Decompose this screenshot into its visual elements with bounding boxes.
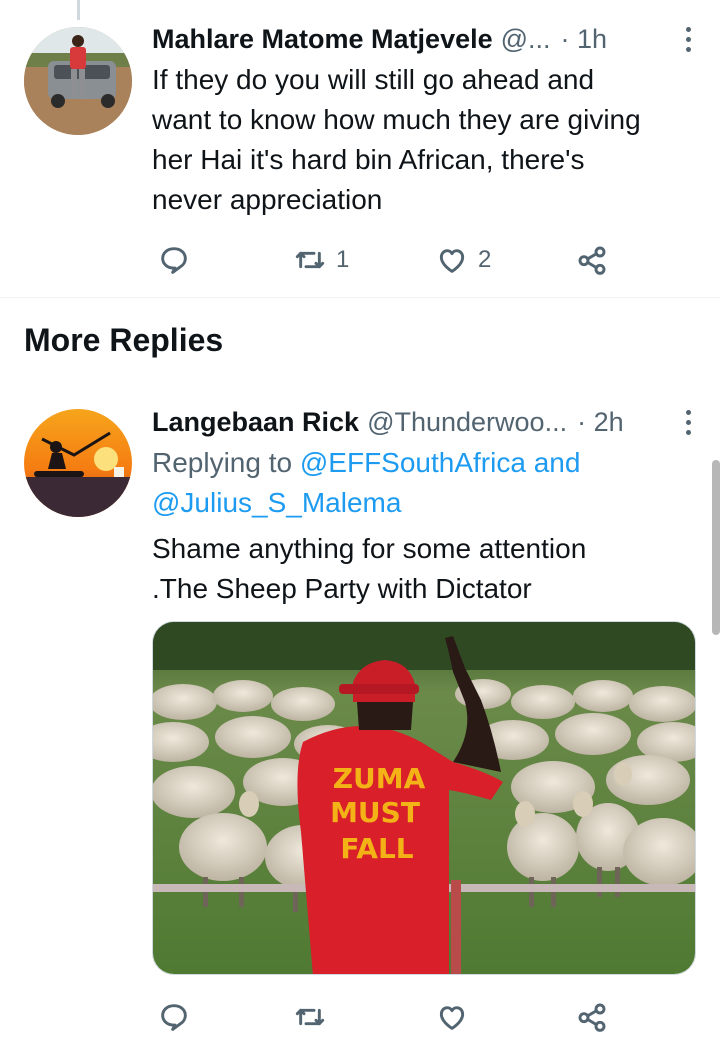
more-replies-heading: More Replies — [24, 322, 224, 358]
like-icon — [439, 249, 465, 273]
svg-text:FALL: FALL — [340, 832, 413, 865]
more-icon[interactable] — [678, 409, 698, 435]
tweet-text: Shame anything for some attention .The S… — [152, 533, 587, 604]
reply-icon — [161, 1004, 187, 1031]
svg-text:MUST: MUST — [330, 796, 420, 829]
divider — [0, 297, 720, 298]
tweet-actions: 1 2 — [152, 240, 622, 280]
like-count: 2 — [478, 246, 492, 273]
author-name[interactable]: Mahlare Matome Matjevele — [152, 24, 493, 55]
author-handle[interactable]: @... — [501, 24, 551, 55]
tweet-header: Mahlare Matome Matjevele @... · 1h — [152, 22, 698, 56]
retweet-count: 1 — [336, 246, 350, 273]
like-icon — [439, 1006, 465, 1030]
retweet-icon — [295, 1008, 325, 1026]
mention-link[interactable]: @Julius_S_Malema — [152, 487, 401, 518]
reply-button[interactable] — [158, 1001, 190, 1033]
replying-to: Replying to @EFFSouthAfrica and @Julius_… — [152, 447, 581, 518]
tweet-text: If they do you will still go ahead and w… — [152, 64, 641, 215]
reply-button[interactable] — [158, 244, 190, 276]
share-icon — [578, 1003, 606, 1032]
author-handle[interactable]: @Thunderwoo... — [367, 407, 567, 438]
tweet-header: Langebaan Rick @Thunderwoo... · 2h — [152, 405, 698, 439]
like-button[interactable] — [436, 1001, 468, 1033]
reply-icon — [161, 247, 187, 274]
tweet-time[interactable]: · 1h — [561, 24, 608, 55]
mention-link[interactable]: @EFFSouthAfrica — [300, 447, 526, 478]
retweet-button[interactable] — [294, 1001, 326, 1033]
retweet-button[interactable]: 1 — [294, 244, 349, 276]
more-icon[interactable] — [678, 26, 698, 52]
share-button[interactable] — [576, 1001, 608, 1033]
share-button[interactable] — [576, 244, 608, 276]
tweet-image[interactable]: ZUMA MUST FALL — [152, 621, 696, 975]
tweet-time[interactable]: · 2h — [577, 407, 624, 438]
avatar[interactable] — [24, 409, 132, 517]
retweet-icon — [295, 251, 325, 269]
like-button[interactable]: 2 — [436, 244, 491, 276]
scrollbar[interactable] — [712, 460, 720, 635]
tweet-actions — [152, 997, 622, 1037]
avatar[interactable] — [24, 27, 132, 135]
share-icon — [578, 246, 606, 275]
author-name[interactable]: Langebaan Rick — [152, 407, 359, 438]
tweet-reply-1[interactable]: Mahlare Matome Matjevele @... · 1h If th… — [0, 0, 720, 298]
svg-text:ZUMA: ZUMA — [333, 762, 426, 795]
